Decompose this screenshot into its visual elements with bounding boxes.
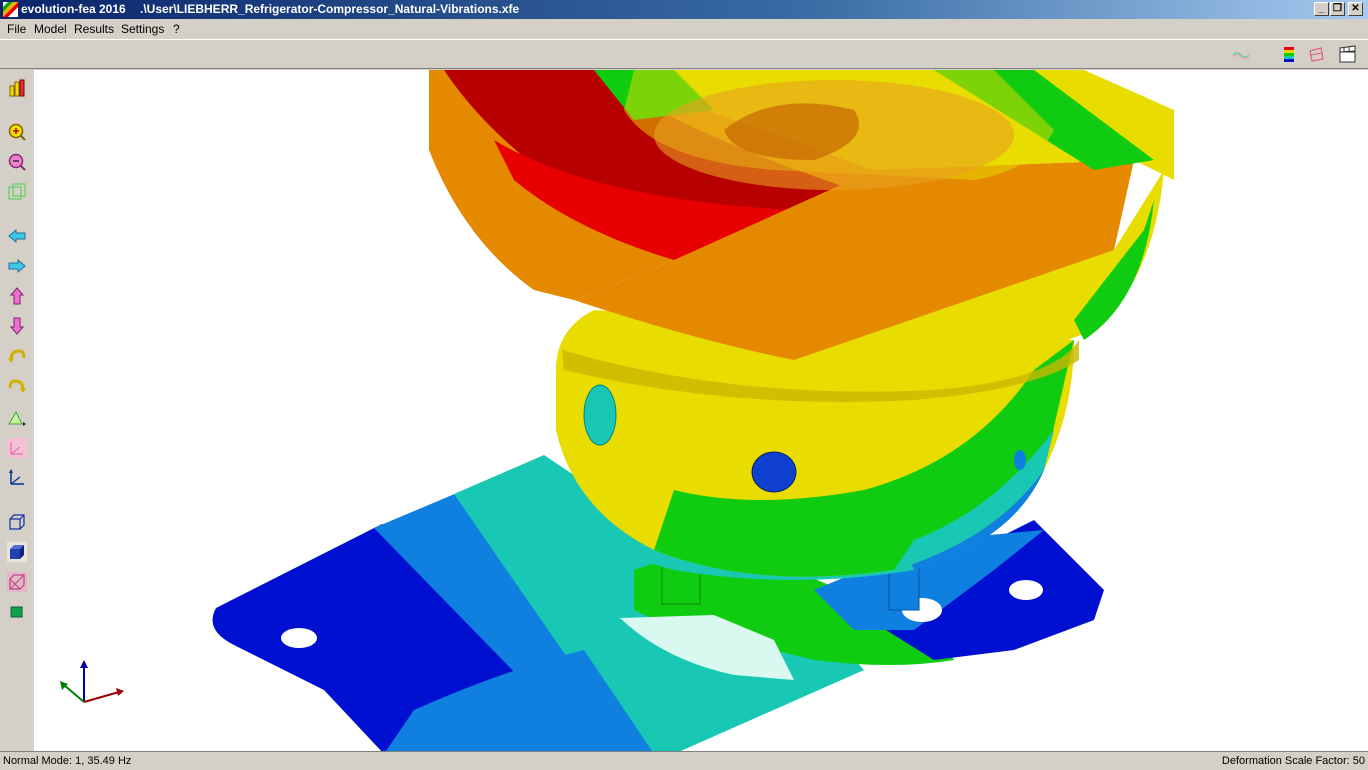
menu-results[interactable]: Results <box>74 22 114 36</box>
view-plane-icon[interactable] <box>7 408 27 428</box>
normal-mode-status: Normal Mode: 1, 35.49 Hz <box>3 755 132 767</box>
port-opening <box>1014 450 1026 470</box>
hidden-lines-icon[interactable] <box>7 572 27 592</box>
deformed-mesh-icon[interactable] <box>1307 45 1327 65</box>
wireframe-icon[interactable] <box>7 512 27 532</box>
port-opening <box>751 451 797 493</box>
mounting-hole <box>1009 580 1043 600</box>
menu-help[interactable]: ? <box>173 22 180 36</box>
color-box-icon[interactable] <box>7 602 27 622</box>
pan-right-icon[interactable] <box>7 256 27 276</box>
minimize-button[interactable]: _ <box>1314 2 1329 16</box>
axis-triad-icon <box>60 660 124 703</box>
menu-settings[interactable]: Settings <box>121 22 164 36</box>
title-bar: evolution-fea 2016 .\User\LIEBHERR_Refri… <box>0 0 1368 19</box>
status-bar: Normal Mode: 1, 35.49 Hz Deformation Sca… <box>0 751 1368 770</box>
zoom-in-icon[interactable] <box>7 122 27 142</box>
menu-bar: File Model Results Settings ? <box>0 19 1368 39</box>
port-opening <box>583 384 617 446</box>
axis-view-icon[interactable] <box>7 438 27 458</box>
menu-file[interactable]: File <box>7 22 26 36</box>
solid-shaded-icon[interactable] <box>7 542 27 562</box>
pan-down-icon[interactable] <box>7 316 27 336</box>
bar-chart-icon[interactable] <box>7 78 27 98</box>
restore-button[interactable]: ❐ <box>1330 2 1345 16</box>
file-path: .\User\LIEBHERR_Refrigerator-Compressor_… <box>140 2 520 16</box>
fea-model-render <box>60 70 1174 751</box>
animation-clapper-icon[interactable] <box>1338 45 1358 65</box>
zoom-extents-icon[interactable] <box>7 182 27 202</box>
mounting-hole <box>281 628 317 648</box>
menu-model[interactable]: Model <box>34 22 67 36</box>
app-logo-icon <box>3 2 18 17</box>
app-title: evolution-fea 2016 <box>21 2 126 16</box>
rotate-right-icon[interactable] <box>7 376 27 396</box>
top-toolbar <box>0 39 1368 69</box>
color-legend-icon[interactable] <box>1280 45 1300 65</box>
pan-left-icon[interactable] <box>7 226 27 246</box>
model-viewport[interactable] <box>34 70 1368 751</box>
compressor-top-shell <box>429 70 1174 370</box>
zoom-out-icon[interactable] <box>7 152 27 172</box>
axes-xyz-icon[interactable] <box>7 468 27 488</box>
left-toolbar <box>0 70 34 751</box>
pan-up-icon[interactable] <box>7 286 27 306</box>
deformation-scale-status: Deformation Scale Factor: 50 <box>1221 755 1365 767</box>
rotate-left-icon[interactable] <box>7 346 27 366</box>
close-button[interactable]: ✕ <box>1348 2 1363 16</box>
mode-shape-wave-icon[interactable] <box>1232 45 1252 65</box>
